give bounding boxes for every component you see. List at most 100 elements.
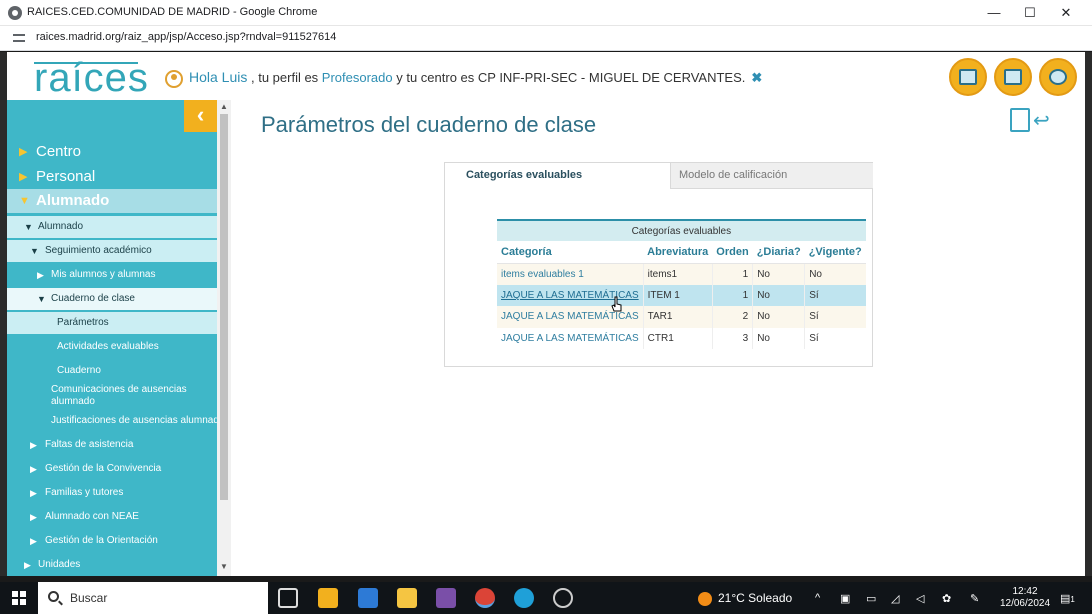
sidebar-item-label: Cuaderno de clase — [51, 293, 135, 304]
sidebar-item-label: Personal — [36, 168, 96, 185]
minimize-button[interactable]: — — [976, 0, 1012, 26]
mail-button[interactable] — [949, 58, 987, 96]
sidebar-item-label: Alumnado con NEAE — [45, 511, 139, 522]
site-settings-icon[interactable] — [13, 33, 25, 44]
sidebar-item-familias[interactable]: ▶ Familias y tutores — [7, 482, 217, 504]
sidebar-item-actividades[interactable]: Actividades evaluables — [7, 336, 217, 358]
cell-vigente: Sí — [804, 284, 866, 306]
windows-start-icon[interactable] — [12, 591, 26, 605]
sidebar-item-alumnado-sub[interactable]: ▼ Alumnado — [7, 216, 217, 238]
sidebar-item-label: Familias y tutores — [45, 487, 124, 498]
sidebar-item-label: Seguimiento académico — [45, 245, 152, 256]
clock-time: 12:42 — [1012, 586, 1038, 597]
triangle-down-icon: ▼ — [37, 294, 46, 304]
cell-abreviatura: items1 — [642, 263, 713, 285]
tab-modelo[interactable]: Modelo de calificación — [671, 163, 873, 189]
back-icon[interactable]: ↩ — [1033, 108, 1050, 133]
cell-orden: 3 — [711, 327, 753, 349]
scroll-thumb[interactable] — [220, 114, 228, 500]
clock[interactable]: 12:42 12/06/2024 — [998, 586, 1052, 610]
add-document-icon[interactable] — [1010, 108, 1030, 132]
user-icon — [165, 69, 183, 88]
chevron-up-icon[interactable]: ^ — [815, 592, 820, 604]
url-field[interactable]: raices.madrid.org/raiz_app/jsp/Acceso.js… — [36, 31, 336, 43]
profile-link[interactable]: Profesorado — [322, 70, 393, 85]
table-row[interactable]: JAQUE A LAS MATEMÁTICAS TAR1 2 No Sí — [497, 306, 866, 328]
window-edge-left — [0, 52, 7, 576]
sidebar-item-parametros[interactable]: Parámetros — [7, 312, 217, 334]
triangle-down-icon: ▼ — [24, 222, 33, 232]
app-icon[interactable] — [436, 588, 456, 608]
close-centre-icon[interactable]: ✖ — [751, 70, 762, 85]
sidebar-item-neae[interactable]: ▶ Alumnado con NEAE — [7, 506, 217, 528]
sidebar-item-cuaderno-clase[interactable]: ▼ Cuaderno de clase — [7, 288, 217, 310]
mail-app-icon[interactable] — [358, 588, 378, 608]
cell-abreviatura: ITEM 1 — [642, 284, 713, 306]
sidebar-item-orientacion[interactable]: ▶ Gestión de la Orientación — [7, 530, 217, 552]
sidebar-item-label: Justificaciones de ausencias alumnado — [51, 415, 217, 426]
sidebar-item-label: Cuaderno — [57, 365, 101, 376]
sidebar-item-mis-alumnos[interactable]: ▶ Mis alumnos y alumnas — [7, 264, 217, 286]
chrome-icon[interactable] — [475, 588, 495, 608]
documents-button[interactable] — [994, 58, 1032, 96]
gear-icon — [1049, 69, 1067, 85]
triangle-down-icon: ▼ — [30, 246, 39, 256]
cell-abreviatura: TAR1 — [642, 306, 713, 328]
weather-widget[interactable]: 21°C Soleado — [698, 591, 792, 606]
tray-app2-icon[interactable]: ✿ — [942, 592, 951, 605]
cell-abreviatura: CTR1 — [642, 327, 713, 349]
documents-icon — [1004, 69, 1022, 85]
collapse-sidebar-button[interactable]: ‹ — [184, 100, 217, 132]
sidebar-item-centro[interactable]: ▶ Centro — [7, 140, 217, 164]
browser-app-icon[interactable] — [553, 588, 573, 608]
raices-logo[interactable]: raíces — [34, 58, 149, 98]
store-icon[interactable] — [318, 588, 338, 608]
table-row[interactable]: JAQUE A LAS MATEMÁTICAS ITEM 1 1 No Sí — [497, 284, 866, 306]
cell-categoria[interactable]: items evaluables 1 — [497, 263, 644, 285]
window-titlebar: RAICES.CED.COMUNIDAD DE MADRID - Google … — [0, 0, 1092, 26]
scroll-up-icon[interactable]: ▲ — [220, 102, 228, 111]
sidebar-item-alumnado[interactable]: ▼ Alumnado — [7, 189, 217, 213]
scroll-down-icon[interactable]: ▼ — [220, 562, 228, 571]
cell-diaria: No — [752, 306, 805, 328]
sidebar-item-comunicaciones[interactable]: Comunicaciones de ausencias alumnado — [7, 383, 217, 409]
col-vigente[interactable]: ¿Vigente? — [804, 241, 866, 264]
edge-icon[interactable] — [514, 588, 534, 608]
file-explorer-icon[interactable] — [397, 588, 417, 608]
sidebar-item-personal[interactable]: ▶ Personal — [7, 165, 217, 189]
taskbar-search[interactable]: Buscar — [38, 582, 268, 614]
tab-categorias[interactable]: Categorías evaluables — [445, 163, 671, 189]
search-input[interactable]: Buscar — [70, 591, 107, 605]
col-categoria[interactable]: Categoría — [497, 241, 644, 264]
network-icon[interactable]: ◿ — [891, 592, 899, 605]
sidebar-item-label: Unidades — [38, 559, 81, 570]
pen-icon[interactable]: ✎ — [970, 592, 979, 605]
tray-app-icon[interactable]: ▣ — [840, 592, 850, 605]
battery-icon[interactable]: ▭ — [866, 592, 876, 605]
notifications-icon[interactable]: ▤1 — [1060, 592, 1075, 605]
sidebar-item-convivencia[interactable]: ▶ Gestión de la Convivencia — [7, 458, 217, 480]
sidebar-item-faltas[interactable]: ▶ Faltas de asistencia — [7, 434, 217, 456]
sidebar-item-seguimiento[interactable]: ▼ Seguimiento académico — [7, 240, 217, 262]
clock-date: 12/06/2024 — [999, 598, 1051, 609]
settings-button[interactable] — [1039, 58, 1077, 96]
cell-diaria: No — [752, 284, 805, 306]
hand-cursor-icon — [611, 296, 622, 312]
sidebar-item-unidades[interactable]: ▶ Unidades — [7, 554, 217, 576]
volume-icon[interactable]: ◁ — [916, 592, 924, 605]
sidebar-item-label: Faltas de asistencia — [45, 439, 134, 450]
task-view-icon[interactable] — [278, 588, 298, 608]
col-abreviatura[interactable]: Abreviatura — [643, 241, 713, 264]
col-orden[interactable]: Orden — [712, 241, 753, 264]
close-window-button[interactable]: ✕ — [1048, 0, 1084, 26]
sidebar-scrollbar[interactable]: ▲ ▼ — [217, 100, 231, 576]
logo-bar — [34, 62, 138, 64]
table-row[interactable]: JAQUE A LAS MATEMÁTICAS CTR1 3 No Sí — [497, 327, 866, 349]
table-row[interactable]: items evaluables 1 items1 1 No No — [497, 263, 866, 285]
col-diaria[interactable]: ¿Diaria? — [752, 241, 805, 264]
cell-categoria[interactable]: JAQUE A LAS MATEMÁTICAS — [497, 327, 644, 349]
cell-vigente: Sí — [804, 306, 866, 328]
sidebar-item-justificaciones[interactable]: Justificaciones de ausencias alumnado — [7, 410, 217, 432]
maximize-button[interactable]: ☐ — [1012, 0, 1048, 26]
sidebar-item-cuaderno[interactable]: Cuaderno — [7, 360, 217, 382]
